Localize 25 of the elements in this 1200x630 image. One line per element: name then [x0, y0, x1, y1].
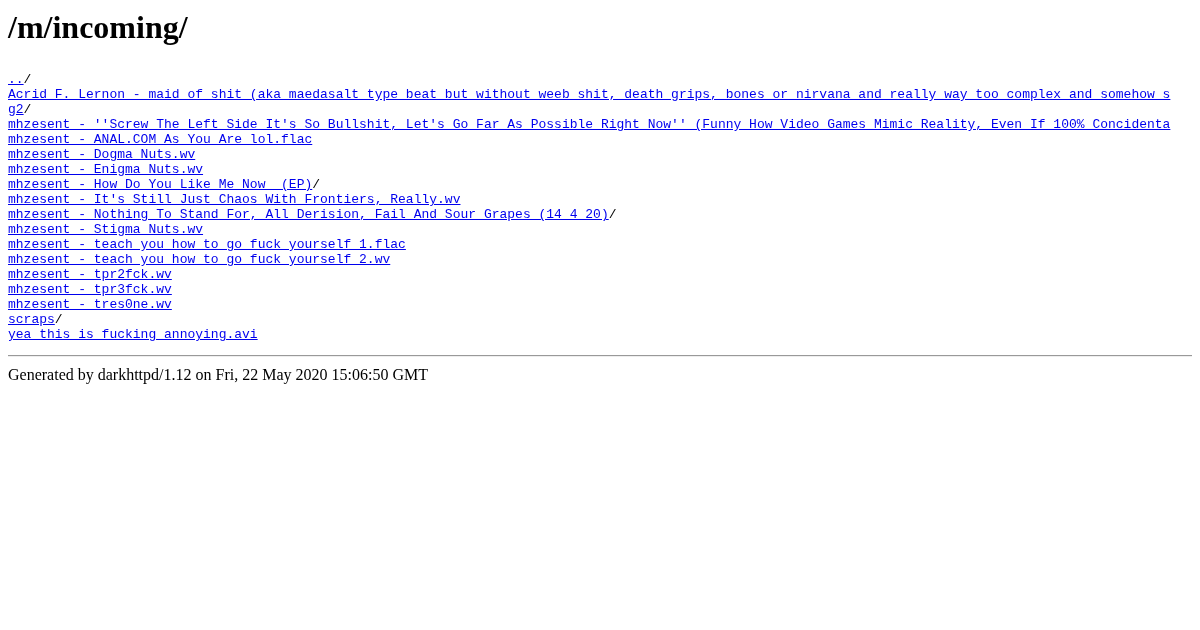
file-link[interactable]: mhzesent - It's Still Just Chaos With Frontiers, Really.wv: [8, 192, 461, 207]
folder-slash: /: [54, 312, 63, 327]
file-link[interactable]: Acrid F. Lernon - maid of shit (aka maedasalt type beat but without weeb shit, death grips, bones or nirvana and really way too complex and somehow s: [8, 87, 1171, 102]
file-link[interactable]: mhzesent - tpr2fck.wv: [8, 267, 172, 282]
file-link[interactable]: mhzesent - Enigma Nuts.wv: [8, 162, 204, 177]
folder-link[interactable]: mhzesent - How Do You Like Me Now (EP): [8, 177, 313, 192]
file-link[interactable]: mhzesent - teach you how to go fuck yourself 1.flac: [8, 237, 406, 252]
folder-link[interactable]: ..: [8, 72, 24, 87]
folder-slash: /: [312, 177, 321, 192]
folder-link[interactable]: scraps: [8, 312, 55, 327]
file-link[interactable]: mhzesent - Stigma Nuts.wv: [8, 222, 204, 237]
file-link[interactable]: mhzesent - ''Screw The Left Side It's So Bullshit, Let's Go Far As Possible Right Now'' (Funny How Video Games Mimic Reality, Even If 100% Concidenta: [8, 117, 1171, 132]
folder-link[interactable]: mhzesent - Nothing To Stand For, All Derision, Fail And Sour Grapes (14 4 20): [8, 207, 609, 222]
folder-slash: /: [608, 207, 617, 222]
folder-link[interactable]: g2: [8, 102, 24, 117]
folder-slash: /: [23, 102, 32, 117]
server-footer: Generated by darkhttpd/1.12 on Fri, 22 May 2020 15:06:50 GMT: [8, 365, 1192, 385]
page-heading: /m/incoming/: [8, 8, 189, 46]
file-link[interactable]: mhzesent - tres0ne.wv: [8, 297, 172, 312]
file-link[interactable]: mhzesent - Dogma Nuts.wv: [8, 147, 196, 162]
folder-slash: /: [23, 72, 32, 87]
file-link[interactable]: mhzesent - ANAL.COM As You Are lol.flac: [8, 132, 313, 147]
file-link[interactable]: mhzesent - tpr3fck.wv: [8, 282, 172, 297]
file-link[interactable]: mhzesent - teach you how to go fuck yourself 2.wv: [8, 252, 391, 267]
file-link[interactable]: yea this is fucking annoying.avi: [8, 327, 258, 342]
